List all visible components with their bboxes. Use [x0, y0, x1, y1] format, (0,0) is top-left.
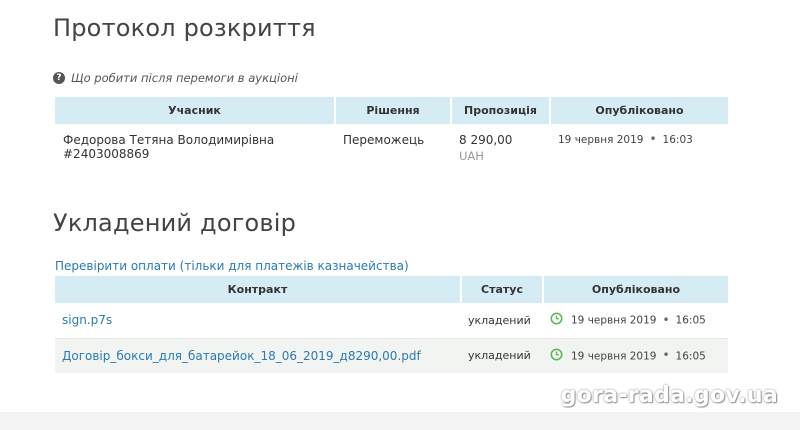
status-cell: укладений: [461, 338, 543, 373]
file-cell: Договір_бокси_для_батарейок_18_06_2019_д…: [55, 338, 461, 373]
published-cell: 19 червня 2019 • 16:03: [550, 124, 728, 172]
participant-name: Федорова Тетяна Володимирівна: [63, 133, 275, 147]
column-header-status: Статус: [461, 276, 544, 303]
file-cell: sign.p7s: [55, 303, 461, 339]
contract-header-row: Контракт Статус Опубліковано: [55, 276, 728, 303]
published-date: 19 червня 2019: [571, 350, 657, 363]
published-date: 19 червня 2019: [571, 314, 657, 327]
status-value: укладений: [468, 313, 531, 327]
clock-icon: [550, 312, 563, 328]
column-header-contract: Контракт: [55, 276, 462, 303]
column-header-published: Опубліковано: [543, 276, 728, 303]
clock-icon: [550, 348, 563, 364]
published-cell: 19 червня 2019 • 16:05: [543, 303, 728, 339]
footer-bar: [0, 412, 800, 430]
column-header-participant: Учасник: [55, 97, 336, 124]
column-header-offer: Пропозиція: [451, 97, 551, 124]
contract-title: Укладений договір: [53, 209, 297, 237]
watermark: gora-rada.gov.ua: [560, 383, 778, 408]
table-row: Федорова Тетяна Володимирівна #240300886…: [55, 124, 728, 172]
protocol-header-row: Учасник Рішення Пропозиція Опубліковано: [55, 97, 728, 124]
status-cell: укладений: [461, 303, 543, 339]
status-value: укладений: [468, 349, 531, 363]
offer-currency: UAH: [459, 149, 484, 163]
published-cell: 19 червня 2019 • 16:05: [543, 338, 728, 373]
participant-cell: Федорова Тетяна Володимирівна #240300886…: [55, 124, 335, 172]
decision-cell: Переможець: [335, 124, 451, 172]
contract-table: Контракт Статус Опубліковано sign.p7s ук…: [55, 276, 728, 373]
separator-dot: •: [662, 348, 670, 363]
protocol-table: Учасник Рішення Пропозиція Опубліковано …: [55, 97, 728, 172]
file-link[interactable]: Договір_бокси_для_батарейок_18_06_2019_д…: [62, 349, 421, 363]
help-line[interactable]: ? Що робити після перемоги в аукціоні: [53, 71, 298, 85]
participant-id: #2403008869: [63, 147, 150, 161]
decision-value: Переможець: [343, 133, 425, 147]
offer-amount: 8 290,00: [459, 133, 513, 147]
file-link[interactable]: sign.p7s: [62, 313, 112, 327]
question-icon: ?: [53, 72, 65, 84]
check-payments-link[interactable]: Перевірити оплати (тільки для платежів к…: [55, 259, 409, 273]
published-date: 19 червня 2019: [558, 134, 644, 146]
column-header-decision: Рішення: [335, 97, 452, 124]
published-time: 16:05: [675, 314, 706, 327]
separator-dot: •: [662, 312, 670, 327]
separator-dot: •: [649, 132, 657, 146]
column-header-published: Опубліковано: [550, 97, 728, 124]
table-row: sign.p7s укладений 19 червня 2019 • 16:05: [55, 303, 728, 339]
table-row: Договір_бокси_для_батарейок_18_06_2019_д…: [55, 338, 728, 373]
offer-cell: 8 290,00 UAH: [451, 124, 550, 172]
published-time: 16:03: [662, 134, 693, 146]
help-text[interactable]: Що робити після перемоги в аукціоні: [71, 71, 298, 85]
protocol-title: Протокол розкриття: [53, 14, 316, 42]
page: Протокол розкриття ? Що робити після пер…: [0, 0, 800, 430]
published-time: 16:05: [675, 350, 706, 363]
